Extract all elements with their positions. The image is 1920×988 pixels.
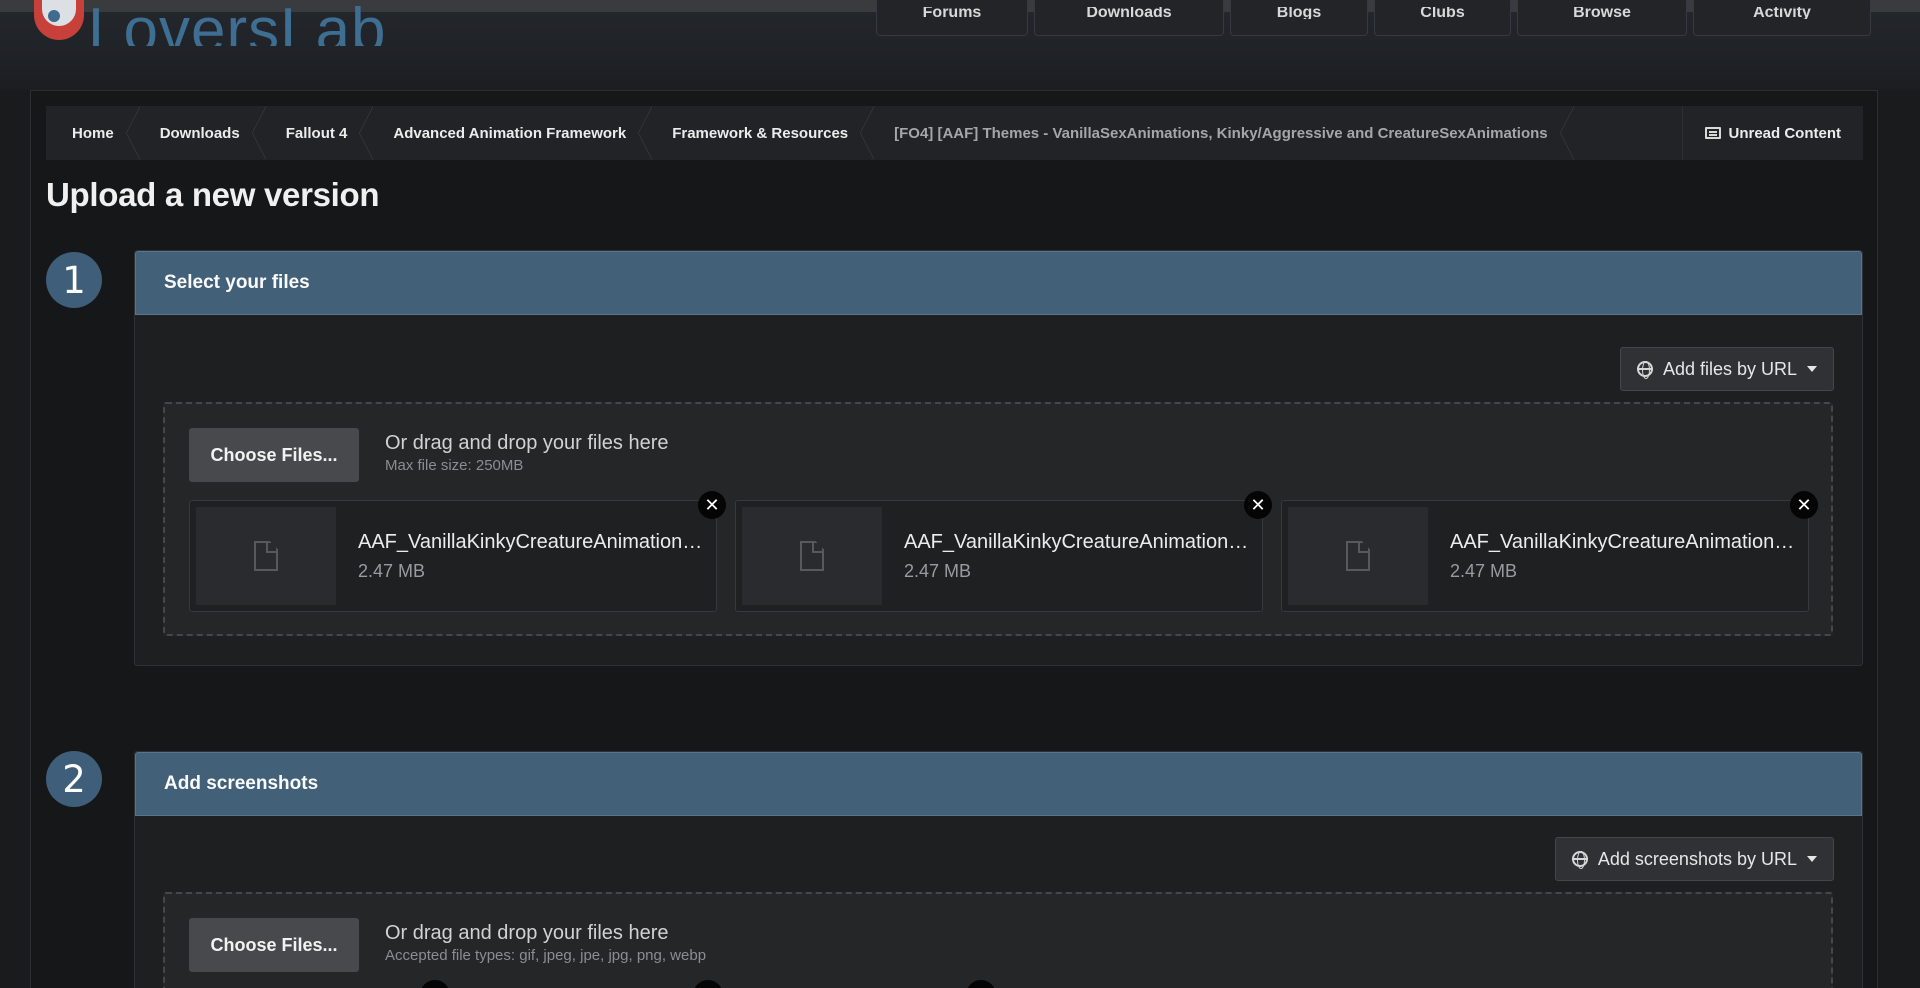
breadcrumb-current-file[interactable]: [FO4] [AAF] Themes - VanillaSexAnimation…	[870, 106, 1574, 160]
choose-files-button[interactable]: Choose Files...	[189, 428, 359, 482]
nav-tab-downloads[interactable]: Downloads	[1034, 0, 1224, 36]
file-thumbnail	[742, 507, 882, 605]
unread-content-label: Unread Content	[1728, 124, 1842, 142]
remove-file-close-icon[interactable]: ✕	[1790, 491, 1818, 519]
screenshots-dropzone[interactable]: Choose Files... Or drag and drop your fi…	[163, 892, 1833, 988]
files-dropzone[interactable]: Choose Files... Or drag and drop your fi…	[163, 402, 1833, 636]
nav-tab-clubs[interactable]: Clubs	[1374, 0, 1511, 36]
file-name: AAF_VanillaKinkyCreatureAnimations_...	[904, 531, 1254, 553]
nav-tab-label: Clubs	[1420, 7, 1465, 19]
add-screenshots-by-url-button[interactable]: Add screenshots by URL	[1554, 837, 1834, 881]
page-title: Upload a new version	[46, 176, 380, 213]
file-icon	[254, 541, 278, 571]
globe-icon	[1636, 361, 1653, 379]
unread-content-link[interactable]: Unread Content	[1681, 106, 1864, 160]
newspaper-icon	[1704, 127, 1721, 139]
breadcrumb: Home Downloads Fallout 4 Advanced Animat…	[46, 106, 1863, 160]
file-thumbnail	[1288, 507, 1428, 605]
add-files-by-url-button[interactable]: Add files by URL	[1619, 347, 1834, 391]
nav-tab-browse[interactable]: Browse	[1517, 0, 1687, 36]
breadcrumb-aaf[interactable]: Advanced Animation Framework	[369, 106, 653, 160]
nav-tab-label: Activity	[1753, 7, 1811, 19]
file-name: AAF_VanillaKinkyCreatureAnimations_...	[358, 531, 708, 553]
breadcrumb-home[interactable]: Home	[46, 106, 140, 160]
file-icon	[800, 541, 824, 571]
nav-tab-blogs[interactable]: Blogs	[1230, 0, 1368, 36]
step-2-header: Add screenshots	[135, 752, 1862, 816]
step-1-panel: Select your files Add files by URL Choos…	[134, 250, 1863, 666]
nav-tab-label: Blogs	[1276, 7, 1322, 19]
step-1-header: Select your files	[135, 251, 1862, 315]
breadcrumb-fallout-4[interactable]: Fallout 4	[262, 106, 374, 160]
caret-down-icon	[1807, 856, 1817, 862]
breadcrumb-framework-resources[interactable]: Framework & Resources	[648, 106, 875, 160]
remove-file-close-icon[interactable]: ✕	[698, 491, 726, 519]
accepted-file-types: Accepted file types: gif, jpeg, jpe, jpg…	[385, 947, 707, 964]
add-files-by-url-label: Add files by URL	[1662, 358, 1797, 379]
choose-screenshots-button[interactable]: Choose Files...	[189, 918, 359, 972]
uploaded-file-card: AAF_VanillaKinkyCreatureAnimations_... 2…	[1281, 491, 1818, 612]
nav-tab-label: Downloads	[1086, 7, 1172, 19]
dropzone-instructions: Or drag and drop your files here	[385, 922, 669, 944]
breadcrumb-downloads[interactable]: Downloads	[136, 106, 266, 160]
file-size: 2.47 MB	[358, 561, 426, 581]
nav-tab-label: Forums	[922, 7, 982, 19]
dropzone-text: Or drag and drop your files here Accepte…	[385, 922, 706, 964]
caret-down-icon	[1807, 366, 1817, 372]
nav-tab-label: Browse	[1573, 7, 1631, 19]
add-screenshots-by-url-label: Add screenshots by URL	[1597, 848, 1797, 869]
logo-shield-icon	[30, 0, 88, 46]
file-name: AAF_VanillaKinkyCreatureAnimations_...	[1450, 531, 1800, 553]
main-nav: Forums Downloads Blogs Clubs Browse Acti…	[876, 0, 1871, 36]
file-thumbnail	[196, 507, 336, 605]
nav-tab-activity[interactable]: Activity	[1693, 0, 1871, 36]
step-1-number: 1	[46, 252, 102, 308]
file-size: 2.47 MB	[904, 561, 972, 581]
file-icon	[1346, 541, 1370, 571]
max-file-size: Max file size: 250MB	[385, 457, 524, 474]
dropzone-text: Or drag and drop your files here Max fil…	[385, 432, 669, 474]
uploaded-file-card: AAF_VanillaKinkyCreatureAnimations_... 2…	[189, 491, 726, 612]
file-size: 2.47 MB	[1450, 561, 1518, 581]
uploaded-file-card: AAF_VanillaKinkyCreatureAnimations_... 2…	[735, 491, 1272, 612]
step-2-panel: Add screenshots Add screenshots by URL C…	[134, 751, 1863, 988]
globe-icon	[1571, 851, 1588, 869]
site-logo[interactable]: LoversLab	[30, 0, 387, 46]
logo-text: LoversLab	[88, 0, 387, 46]
step-2-number: 2	[46, 751, 102, 807]
remove-file-close-icon[interactable]: ✕	[1244, 491, 1272, 519]
dropzone-instructions: Or drag and drop your files here	[385, 432, 669, 454]
nav-tab-forums[interactable]: Forums	[876, 0, 1028, 36]
